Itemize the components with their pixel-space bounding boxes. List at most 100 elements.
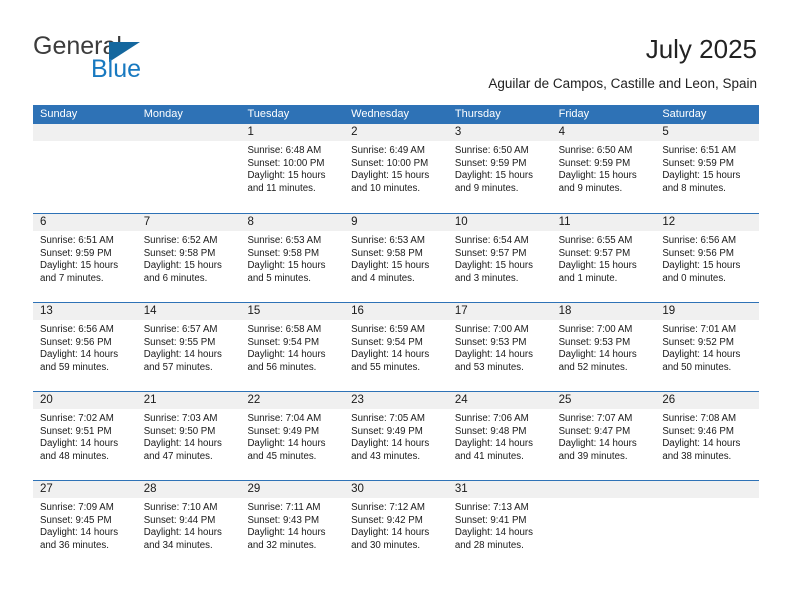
weekday-header-sunday: Sunday [40, 108, 78, 120]
daylight-text-line1: Daylight: 15 hours [40, 260, 119, 272]
daylight-text-line2: and 1 minute. [558, 272, 618, 284]
sunrise-text: Sunrise: 7:02 AM [40, 413, 114, 424]
day-number [136, 124, 241, 141]
sunrise-text: Sunrise: 6:50 AM [558, 145, 633, 156]
daylight-text-line2: and 50 minutes. [662, 361, 732, 373]
generalblue-logo[interactable]: General Blue [33, 32, 253, 84]
day-cell[interactable] [33, 124, 137, 213]
daylight-text-line2: and 55 minutes. [351, 361, 421, 373]
day-cell[interactable]: 9 Sunrise: 6:53 AM Sunset: 9:58 PM Dayli… [344, 214, 448, 302]
day-cell[interactable]: 25 Sunrise: 7:07 AM Sunset: 9:47 PM Dayl… [551, 392, 656, 480]
day-info: Sunrise: 6:53 AM Sunset: 9:58 PM Dayligh… [344, 231, 448, 285]
day-number: 17 [447, 303, 552, 320]
day-cell[interactable]: 29 Sunrise: 7:11 AM Sunset: 9:43 PM Dayl… [240, 481, 345, 569]
sunset-text: Sunset: 9:56 PM [662, 247, 734, 259]
day-number: 20 [33, 392, 137, 409]
day-cell[interactable]: 13 Sunrise: 6:56 AM Sunset: 9:56 PM Dayl… [33, 303, 137, 391]
calendar-page: General Blue July 2025 Aguilar de Campos… [0, 0, 792, 612]
day-info [33, 141, 137, 145]
day-cell[interactable]: 5 Sunrise: 6:51 AM Sunset: 9:59 PM Dayli… [655, 124, 760, 213]
sunrise-text: Sunrise: 6:55 AM [558, 235, 633, 246]
daylight-text-line1: Daylight: 14 hours [247, 349, 326, 361]
week-row: 1 Sunrise: 6:48 AM Sunset: 10:00 PM Dayl… [33, 124, 760, 213]
sunset-text: Sunset: 9:57 PM [454, 247, 527, 259]
daylight-text-line2: and 8 minutes. [662, 182, 726, 194]
sunset-text: Sunset: 9:49 PM [247, 425, 320, 437]
daylight-text-line2: and 6 minutes. [143, 272, 208, 284]
daylight-text-line1: Daylight: 14 hours [454, 527, 533, 539]
daylight-text-line1: Daylight: 14 hours [558, 349, 637, 361]
day-cell[interactable]: 30 Sunrise: 7:12 AM Sunset: 9:42 PM Dayl… [344, 481, 448, 569]
day-cell[interactable]: 27 Sunrise: 7:09 AM Sunset: 9:45 PM Dayl… [33, 481, 137, 569]
week-row: 20 Sunrise: 7:02 AM Sunset: 9:51 PM Dayl… [33, 391, 760, 480]
weekday-header-tuesday: Tuesday [247, 108, 290, 120]
sunrise-text: Sunrise: 7:08 AM [662, 413, 737, 424]
day-cell[interactable]: 24 Sunrise: 7:06 AM Sunset: 9:48 PM Dayl… [447, 392, 552, 480]
day-cell[interactable]: 8 Sunrise: 6:53 AM Sunset: 9:58 PM Dayli… [240, 214, 345, 302]
day-cell[interactable]: 4 Sunrise: 6:50 AM Sunset: 9:59 PM Dayli… [551, 124, 656, 213]
day-cell[interactable]: 7 Sunrise: 6:52 AM Sunset: 9:58 PM Dayli… [136, 214, 241, 302]
daylight-text-line1: Daylight: 14 hours [351, 438, 430, 450]
sunset-text: Sunset: 10:00 PM [351, 157, 429, 169]
day-cell[interactable]: 18 Sunrise: 7:00 AM Sunset: 9:53 PM Dayl… [551, 303, 656, 391]
day-info: Sunrise: 6:58 AM Sunset: 9:54 PM Dayligh… [240, 320, 344, 374]
day-cell[interactable]: 20 Sunrise: 7:02 AM Sunset: 9:51 PM Dayl… [33, 392, 137, 480]
day-number: 6 [33, 214, 137, 231]
day-number: 26 [655, 392, 760, 409]
daylight-text-line2: and 28 minutes. [454, 539, 524, 551]
day-number: 25 [551, 392, 656, 409]
day-info: Sunrise: 6:59 AM Sunset: 9:54 PM Dayligh… [344, 320, 448, 374]
sunset-text: Sunset: 9:57 PM [558, 247, 631, 259]
day-info: Sunrise: 7:08 AM Sunset: 9:46 PM Dayligh… [655, 409, 759, 463]
day-cell[interactable]: 23 Sunrise: 7:05 AM Sunset: 9:49 PM Dayl… [344, 392, 448, 480]
day-cell[interactable]: 19 Sunrise: 7:01 AM Sunset: 9:52 PM Dayl… [655, 303, 760, 391]
day-info: Sunrise: 6:50 AM Sunset: 9:59 PM Dayligh… [552, 141, 656, 195]
sunrise-text: Sunrise: 6:54 AM [454, 235, 529, 246]
sunrise-text: Sunrise: 7:09 AM [40, 502, 114, 513]
day-cell[interactable]: 12 Sunrise: 6:56 AM Sunset: 9:56 PM Dayl… [655, 214, 760, 302]
day-cell[interactable]: 26 Sunrise: 7:08 AM Sunset: 9:46 PM Dayl… [655, 392, 760, 480]
sunset-text: Sunset: 9:59 PM [662, 157, 734, 169]
daylight-text-line1: Daylight: 14 hours [40, 527, 119, 539]
sunset-text: Sunset: 9:52 PM [662, 336, 734, 348]
day-cell[interactable]: 3 Sunrise: 6:50 AM Sunset: 9:59 PM Dayli… [447, 124, 552, 213]
page-subtitle-location: Aguilar de Campos, Castille and Leon, Sp… [488, 76, 757, 91]
day-cell[interactable]: 28 Sunrise: 7:10 AM Sunset: 9:44 PM Dayl… [136, 481, 241, 569]
day-cell[interactable] [655, 481, 760, 569]
sunrise-text: Sunrise: 7:12 AM [351, 502, 425, 513]
day-cell[interactable]: 31 Sunrise: 7:13 AM Sunset: 9:41 PM Dayl… [447, 481, 552, 569]
day-info: Sunrise: 7:06 AM Sunset: 9:48 PM Dayligh… [448, 409, 552, 463]
day-cell[interactable]: 21 Sunrise: 7:03 AM Sunset: 9:50 PM Dayl… [136, 392, 241, 480]
daylight-text-line1: Daylight: 15 hours [662, 170, 741, 182]
day-number: 16 [344, 303, 448, 320]
daylight-text-line2: and 57 minutes. [143, 361, 213, 373]
sunset-text: Sunset: 9:59 PM [454, 157, 527, 169]
week-row: 13 Sunrise: 6:56 AM Sunset: 9:56 PM Dayl… [33, 302, 760, 391]
daylight-text-line2: and 3 minutes. [454, 272, 519, 284]
daylight-text-line2: and 11 minutes. [247, 182, 316, 194]
day-cell[interactable]: 17 Sunrise: 7:00 AM Sunset: 9:53 PM Dayl… [447, 303, 552, 391]
day-cell[interactable]: 14 Sunrise: 6:57 AM Sunset: 9:55 PM Dayl… [136, 303, 241, 391]
day-info [655, 498, 759, 502]
day-cell[interactable]: 16 Sunrise: 6:59 AM Sunset: 9:54 PM Dayl… [344, 303, 448, 391]
day-cell[interactable] [551, 481, 656, 569]
day-number [655, 481, 760, 498]
sunrise-text: Sunrise: 6:56 AM [662, 235, 737, 246]
calendar-grid: Sunday Monday Tuesday Wednesday Thursday… [33, 105, 760, 569]
day-cell[interactable]: 6 Sunrise: 6:51 AM Sunset: 9:59 PM Dayli… [33, 214, 137, 302]
day-number: 18 [551, 303, 656, 320]
day-cell[interactable]: 22 Sunrise: 7:04 AM Sunset: 9:49 PM Dayl… [240, 392, 345, 480]
day-cell[interactable]: 10 Sunrise: 6:54 AM Sunset: 9:57 PM Dayl… [447, 214, 552, 302]
day-cell[interactable]: 2 Sunrise: 6:49 AM Sunset: 10:00 PM Dayl… [344, 124, 448, 213]
daylight-text-line2: and 56 minutes. [247, 361, 317, 373]
weekday-header-monday: Monday [143, 108, 183, 120]
day-cell[interactable]: 15 Sunrise: 6:58 AM Sunset: 9:54 PM Dayl… [240, 303, 345, 391]
sunset-text: Sunset: 9:55 PM [143, 336, 216, 348]
daylight-text-line1: Daylight: 14 hours [351, 527, 430, 539]
day-cell[interactable] [136, 124, 241, 213]
sunrise-text: Sunrise: 7:10 AM [143, 502, 218, 513]
day-info: Sunrise: 7:04 AM Sunset: 9:49 PM Dayligh… [240, 409, 344, 463]
day-cell[interactable]: 11 Sunrise: 6:55 AM Sunset: 9:57 PM Dayl… [551, 214, 656, 302]
sunrise-text: Sunrise: 7:13 AM [454, 502, 529, 513]
day-cell[interactable]: 1 Sunrise: 6:48 AM Sunset: 10:00 PM Dayl… [240, 124, 345, 213]
